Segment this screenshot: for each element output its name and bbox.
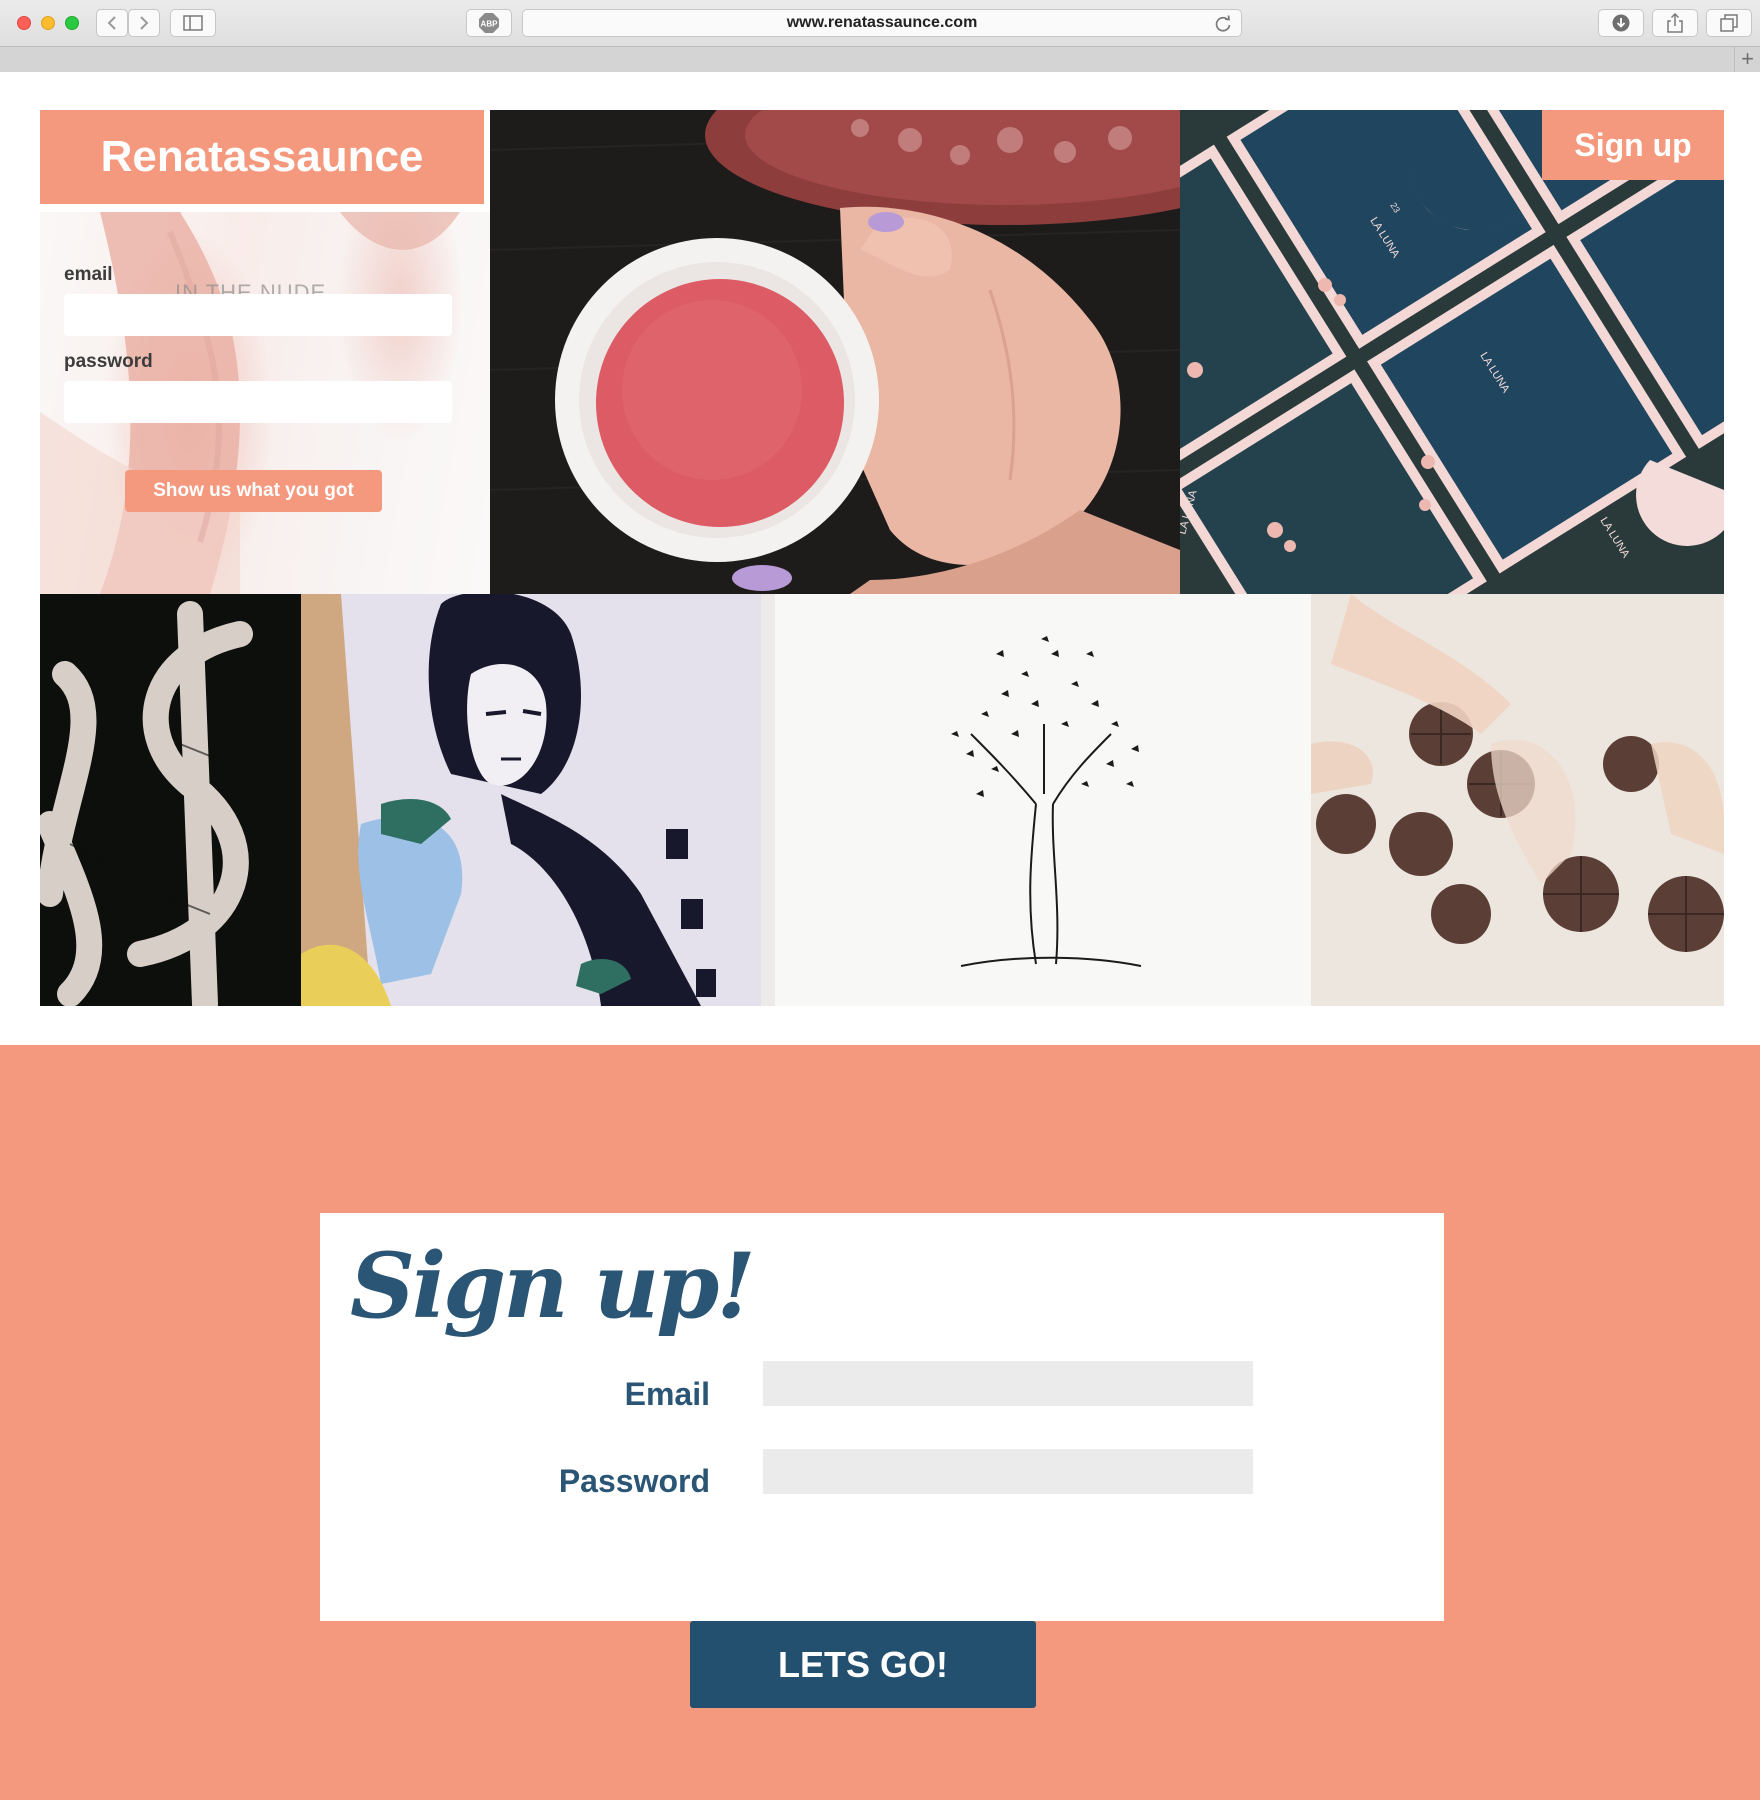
tree-sketch-photo (761, 594, 1311, 1006)
login-panel: IN THE NUDE email password Show us what … (40, 212, 490, 594)
signup-header-button[interactable]: Sign up (1542, 110, 1724, 180)
chevron-left-icon (107, 16, 116, 30)
login-password-input[interactable] (64, 381, 452, 423)
ink-portrait-photo (301, 594, 761, 1006)
sidebar-icon (183, 15, 203, 31)
login-submit-button[interactable]: Show us what you got (125, 470, 382, 512)
url-text: www.renatassaunce.com (786, 14, 978, 31)
new-tab-button[interactable]: + (1734, 46, 1760, 72)
download-icon (1612, 14, 1630, 32)
password-label: password (64, 351, 153, 372)
la-luna-cards-photo: LA LUNA 23 LA LUNA LA LUNA LA LUNA (1180, 110, 1724, 594)
plus-icon: + (1741, 46, 1754, 71)
downloads-button[interactable] (1598, 9, 1644, 37)
dollar-sign-photo (40, 594, 301, 1006)
chevron-right-icon (140, 16, 149, 30)
login-email-input[interactable] (64, 294, 452, 336)
dollar-sign-image (40, 594, 301, 1006)
share-icon (1667, 13, 1683, 33)
sidebar-toggle-button[interactable] (170, 9, 216, 37)
back-button[interactable] (96, 9, 128, 37)
signup-title: Sign up! (350, 1233, 756, 1339)
address-bar[interactable]: www.renatassaunce.com (522, 9, 1242, 37)
tabs-overview-button[interactable] (1706, 9, 1752, 37)
forward-button[interactable] (128, 9, 160, 37)
moon-cards-image: LA LUNA 23 LA LUNA LA LUNA LA LUNA (1180, 110, 1724, 594)
lets-go-button[interactable]: LETS GO! (690, 1621, 1036, 1708)
site-logo[interactable]: Renatassaunce (40, 110, 484, 204)
tea-cup-photo (490, 110, 1180, 594)
signup-email-input[interactable] (763, 1361, 1253, 1406)
signup-email-label: Email (624, 1376, 710, 1412)
signup-password-input[interactable] (763, 1449, 1253, 1494)
reload-icon[interactable] (1213, 14, 1233, 34)
adblock-icon: ABP (479, 13, 499, 33)
web-page: IN THE NUDE email password Show us what … (0, 72, 1760, 1800)
chocolate-discs-photo (1311, 594, 1724, 1006)
tabs-icon (1720, 14, 1738, 32)
chocolate-discs-image (1311, 594, 1724, 1006)
email-label: email (64, 264, 113, 285)
minimize-window-button[interactable] (41, 16, 55, 30)
adblock-button[interactable]: ABP (466, 9, 512, 37)
signup-card: Sign up! Email Password (320, 1213, 1444, 1621)
tab-strip (0, 46, 1760, 72)
adblock-text: ABP (481, 20, 499, 29)
zoom-window-button[interactable] (65, 16, 79, 30)
close-window-button[interactable] (17, 16, 31, 30)
tea-cup-image (490, 110, 1180, 594)
ink-portrait-image (301, 594, 761, 1006)
tree-sketch-image (761, 594, 1311, 1006)
share-button[interactable] (1652, 9, 1698, 37)
signup-password-label: Password (558, 1463, 710, 1499)
signup-section: Sign up! Email Password LETS GO! (0, 1045, 1760, 1800)
